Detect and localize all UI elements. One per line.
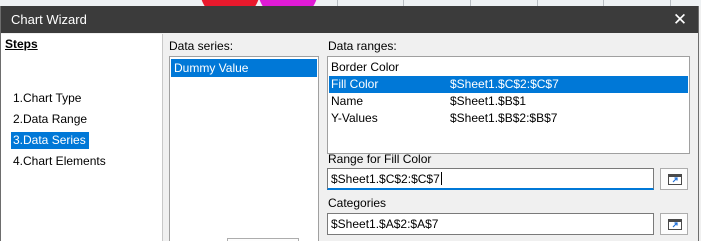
categories-range-value: $Sheet1.$A$2:$A$7	[331, 217, 439, 231]
fill-color-range-input[interactable]: $Sheet1.$C$2:$C$7	[327, 168, 654, 190]
categories-label: Categories	[328, 196, 387, 210]
close-button[interactable]: ✕	[668, 8, 692, 31]
step-chart-type[interactable]: 1.Chart Type	[11, 90, 84, 107]
dialog-titlebar[interactable]: Chart Wizard ✕	[1, 6, 698, 33]
chart-wizard-dialog: Chart Wizard ✕ Steps 1.Chart Type 2.Data…	[0, 6, 699, 241]
text-caret	[440, 172, 442, 185]
dialog-title: Chart Wizard	[11, 12, 87, 27]
fill-color-range-value: $Sheet1.$C$2:$C$7	[331, 172, 440, 186]
range-row-name[interactable]: Name $Sheet1.$B$1	[329, 93, 688, 110]
list-item-dummy-value[interactable]: Dummy Value	[171, 59, 317, 77]
steps-panel: Steps 1.Chart Type 2.Data Range 3.Data S…	[1, 34, 163, 241]
fill-color-range-picker-button[interactable]	[660, 168, 688, 190]
categories-range-input[interactable]: $Sheet1.$A$2:$A$7	[327, 213, 654, 235]
range-row-border-color[interactable]: Border Color	[329, 59, 688, 76]
range-role: Border Color	[331, 60, 400, 74]
data-series-list[interactable]: Dummy Value	[169, 56, 319, 241]
step-data-series[interactable]: 3.Data Series	[11, 132, 89, 149]
range-for-label: Range for Fill Color	[328, 152, 432, 166]
data-ranges-list[interactable]: Border Color Fill Color $Sheet1.$C$2:$C$…	[327, 56, 690, 154]
range-value: $Sheet1.$B$2:$B$7	[450, 111, 558, 125]
range-role: Name	[331, 94, 364, 108]
close-icon: ✕	[672, 9, 688, 29]
step-chart-elements[interactable]: 4.Chart Elements	[11, 153, 109, 170]
categories-range-picker-button[interactable]	[660, 213, 688, 235]
steps-heading: Steps	[5, 37, 38, 51]
data-ranges-label: Data ranges:	[328, 39, 397, 53]
shrink-range-icon	[668, 219, 682, 230]
range-value: $Sheet1.$C$2:$C$7	[450, 77, 559, 91]
range-row-fill-color[interactable]: Fill Color $Sheet1.$C$2:$C$7	[329, 76, 688, 93]
shrink-range-icon	[668, 174, 682, 185]
step-data-range[interactable]: 2.Data Range	[11, 111, 90, 128]
range-role: Fill Color	[331, 77, 379, 91]
data-series-label: Data series:	[169, 39, 234, 53]
range-row-y-values[interactable]: Y-Values $Sheet1.$B$2:$B$7	[329, 110, 688, 127]
range-value: $Sheet1.$B$1	[450, 94, 527, 108]
range-role: Y-Values	[331, 111, 378, 125]
